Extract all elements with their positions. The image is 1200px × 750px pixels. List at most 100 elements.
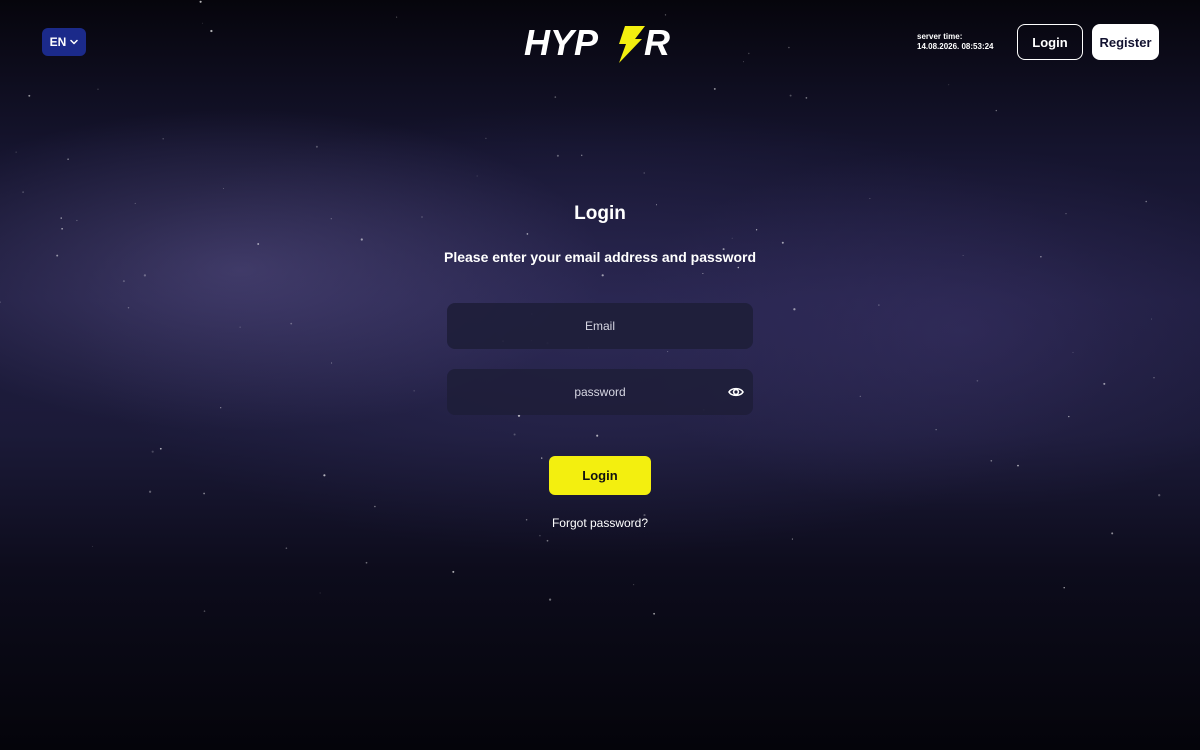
logo-text-left: HYP bbox=[524, 22, 599, 63]
star bbox=[223, 188, 225, 189]
star bbox=[539, 534, 541, 537]
star bbox=[1063, 586, 1065, 589]
star bbox=[285, 547, 288, 549]
star bbox=[633, 584, 635, 586]
star bbox=[239, 326, 241, 328]
star bbox=[148, 490, 152, 493]
star bbox=[541, 457, 543, 459]
star bbox=[61, 228, 63, 230]
star bbox=[554, 96, 557, 98]
email-input[interactable] bbox=[447, 303, 753, 349]
star bbox=[159, 447, 162, 450]
star bbox=[396, 16, 398, 18]
star bbox=[122, 280, 125, 283]
lightning-bolt-icon bbox=[619, 26, 645, 63]
star bbox=[1153, 377, 1155, 379]
star bbox=[1111, 532, 1114, 535]
star bbox=[556, 154, 559, 157]
server-time-label: server time: bbox=[917, 32, 963, 41]
star bbox=[878, 304, 880, 306]
star bbox=[755, 229, 758, 231]
star bbox=[92, 545, 94, 547]
star bbox=[789, 94, 792, 97]
star bbox=[315, 145, 318, 148]
star bbox=[976, 379, 979, 382]
star bbox=[791, 538, 793, 540]
star bbox=[151, 450, 154, 453]
star bbox=[713, 87, 716, 90]
star bbox=[546, 539, 549, 542]
star bbox=[1072, 351, 1074, 353]
star bbox=[580, 154, 583, 157]
star bbox=[1068, 415, 1070, 418]
star bbox=[203, 610, 206, 612]
star bbox=[360, 238, 363, 241]
star bbox=[15, 151, 17, 153]
star bbox=[220, 407, 222, 409]
star bbox=[97, 88, 99, 90]
star bbox=[1150, 318, 1152, 320]
star bbox=[667, 351, 669, 353]
star bbox=[935, 429, 937, 431]
star bbox=[995, 109, 997, 112]
star bbox=[28, 94, 31, 97]
eye-icon[interactable] bbox=[728, 385, 744, 399]
star bbox=[374, 505, 376, 508]
star bbox=[365, 561, 368, 564]
star bbox=[257, 243, 260, 245]
star bbox=[805, 97, 808, 99]
password-input[interactable] bbox=[447, 369, 753, 415]
language-selector[interactable]: EN bbox=[42, 28, 86, 56]
star bbox=[210, 29, 213, 33]
star bbox=[203, 492, 205, 495]
star bbox=[743, 61, 744, 63]
star bbox=[643, 172, 645, 174]
email-field-container bbox=[447, 303, 753, 349]
password-field-container bbox=[447, 369, 753, 415]
logo-text-right: R bbox=[644, 22, 670, 63]
forgot-password-link[interactable]: Forgot password? bbox=[0, 516, 1200, 530]
star bbox=[0, 301, 1, 303]
star bbox=[413, 390, 415, 392]
login-submit-button[interactable]: Login bbox=[549, 456, 651, 495]
header-login-button[interactable]: Login bbox=[1017, 24, 1083, 60]
star bbox=[485, 137, 487, 140]
login-title: Login bbox=[574, 203, 626, 224]
star bbox=[199, 0, 202, 3]
star bbox=[319, 592, 321, 594]
star bbox=[731, 237, 733, 239]
star bbox=[323, 474, 326, 477]
star bbox=[990, 459, 993, 462]
star bbox=[781, 241, 784, 244]
star bbox=[793, 308, 796, 311]
server-time: server time: 14.08.2026. 08:53:24 bbox=[917, 32, 994, 52]
star bbox=[664, 14, 667, 16]
star bbox=[1158, 494, 1161, 497]
star bbox=[201, 22, 203, 24]
star bbox=[526, 233, 529, 235]
star bbox=[702, 273, 704, 274]
star bbox=[452, 570, 455, 573]
star bbox=[596, 434, 599, 437]
star bbox=[548, 598, 552, 601]
star bbox=[143, 274, 147, 277]
star bbox=[601, 274, 604, 277]
star bbox=[290, 322, 293, 325]
language-code: EN bbox=[49, 35, 67, 49]
star bbox=[331, 362, 333, 364]
star bbox=[22, 191, 24, 193]
star bbox=[127, 307, 130, 309]
star bbox=[513, 433, 516, 436]
star bbox=[869, 197, 871, 199]
chevron-down-icon bbox=[70, 39, 79, 45]
star bbox=[859, 395, 861, 397]
star bbox=[948, 84, 950, 86]
star bbox=[653, 612, 656, 615]
login-subtitle: Please enter your email address and pass… bbox=[443, 249, 757, 265]
star bbox=[748, 52, 750, 55]
star bbox=[788, 46, 790, 49]
star bbox=[737, 266, 740, 269]
star bbox=[1103, 382, 1106, 385]
register-button[interactable]: Register bbox=[1092, 24, 1159, 60]
hyper-logo[interactable]: HYP R bbox=[524, 22, 676, 64]
